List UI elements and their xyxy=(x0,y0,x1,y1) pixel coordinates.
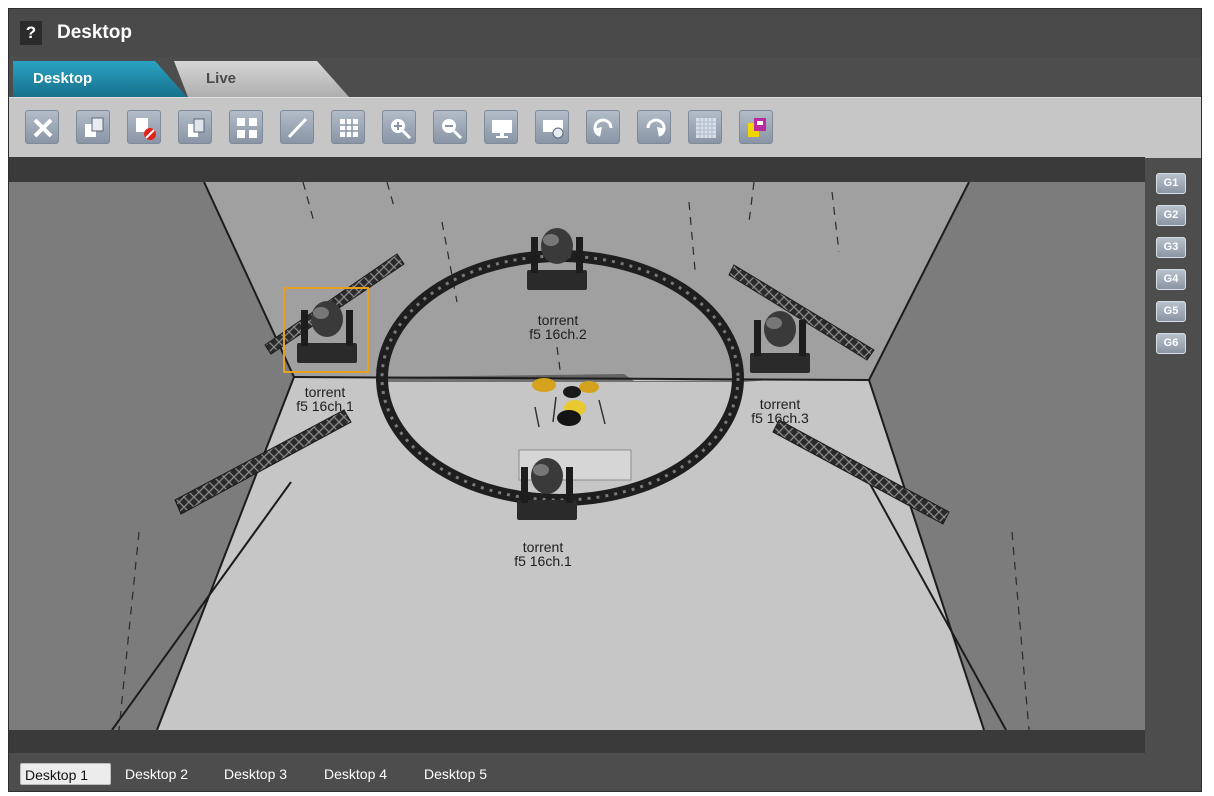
fixture-mode: f5 16ch.2 xyxy=(529,326,587,342)
fixture-moving-head[interactable] xyxy=(517,458,577,520)
dots-grid-button[interactable] xyxy=(688,110,722,144)
stage-scene[interactable] xyxy=(9,182,1145,730)
close-icon xyxy=(33,118,53,138)
desktop-tab-4[interactable]: Desktop 4 xyxy=(324,763,387,785)
tab-desktop[interactable]: Desktop xyxy=(13,61,187,97)
pen-button[interactable] xyxy=(280,110,314,144)
window-title: Desktop xyxy=(57,22,132,43)
desktop-tabs: Desktop 1 Desktop 2 Desktop 3 Desktop 4 … xyxy=(9,757,1201,791)
group-button-g4[interactable]: G4 xyxy=(1156,269,1186,290)
arrange-grid-button[interactable] xyxy=(229,110,263,144)
copy-fixture-button[interactable] xyxy=(76,110,110,144)
group-button-g6[interactable]: G6 xyxy=(1156,333,1186,354)
palette-button[interactable] xyxy=(739,110,773,144)
zoom-in-button[interactable] xyxy=(382,110,416,144)
delete-fixture-icon xyxy=(136,118,156,140)
fixture-label[interactable]: torrent f5 16ch.3 xyxy=(736,397,824,425)
desktop-tab-3[interactable]: Desktop 3 xyxy=(224,763,287,785)
delete-fixture-button[interactable] xyxy=(127,110,161,144)
tab-live-label: Live xyxy=(206,70,237,87)
title-bar: ? Desktop xyxy=(9,9,1201,57)
fixture-moving-head[interactable] xyxy=(297,301,357,363)
fixture-mode: f5 16ch.1 xyxy=(296,398,354,414)
camera-button[interactable] xyxy=(535,110,569,144)
copy-fixture-icon xyxy=(85,117,104,137)
fixture-name: torrent xyxy=(537,312,579,328)
desktop-window: ? Desktop Desktop Live torrent f5 16ch.2… xyxy=(8,8,1202,792)
group-button-g5[interactable]: G5 xyxy=(1156,301,1186,322)
close-button[interactable] xyxy=(25,110,59,144)
stage-viewport[interactable]: torrent f5 16ch.2 torrent f5 16ch.1 torr… xyxy=(9,157,1145,753)
dots-grid-icon xyxy=(696,118,716,138)
camera-icon xyxy=(543,120,564,139)
pen-icon xyxy=(287,117,308,139)
redo-button[interactable] xyxy=(637,110,671,144)
zoom-out-button[interactable] xyxy=(433,110,467,144)
monitor-button[interactable] xyxy=(484,110,518,144)
fixture-moving-head[interactable] xyxy=(527,228,587,290)
fixture-name: torrent xyxy=(759,396,801,412)
desktop-tab-1[interactable]: Desktop 1 xyxy=(20,763,111,785)
toolbar xyxy=(9,97,1201,158)
tab-live[interactable]: Live xyxy=(174,61,349,97)
group-button-g3[interactable]: G3 xyxy=(1156,237,1186,258)
fixture-label[interactable]: torrent f5 16ch.1 xyxy=(281,385,369,413)
undo-button[interactable] xyxy=(586,110,620,144)
fixture-label[interactable]: torrent f5 16ch.2 xyxy=(514,313,602,341)
redo-icon xyxy=(646,118,666,137)
fixture-name: torrent xyxy=(304,384,346,400)
undo-icon xyxy=(593,118,613,137)
grid-icon xyxy=(340,119,358,137)
desktop-tab-5[interactable]: Desktop 5 xyxy=(424,763,487,785)
monitor-icon xyxy=(492,120,512,138)
fixture-mode: f5 16ch.1 xyxy=(514,553,572,569)
fixture-moving-head[interactable] xyxy=(750,311,810,373)
group-button-g2[interactable]: G2 xyxy=(1156,205,1186,226)
zoom-out-icon xyxy=(442,119,463,140)
duplicate-button[interactable] xyxy=(178,110,212,144)
group-button-g1[interactable]: G1 xyxy=(1156,173,1186,194)
zoom-in-icon xyxy=(391,119,412,140)
palette-icon xyxy=(748,118,766,137)
arrange-grid-icon xyxy=(237,118,257,138)
fixture-mode: f5 16ch.3 xyxy=(751,410,809,426)
fixture-label[interactable]: torrent f5 16ch.1 xyxy=(499,540,587,568)
desktop-tab-2[interactable]: Desktop 2 xyxy=(125,763,188,785)
grid-button[interactable] xyxy=(331,110,365,144)
help-button[interactable]: ? xyxy=(20,21,42,45)
duplicate-icon xyxy=(188,118,205,137)
fixture-name: torrent xyxy=(522,539,564,555)
